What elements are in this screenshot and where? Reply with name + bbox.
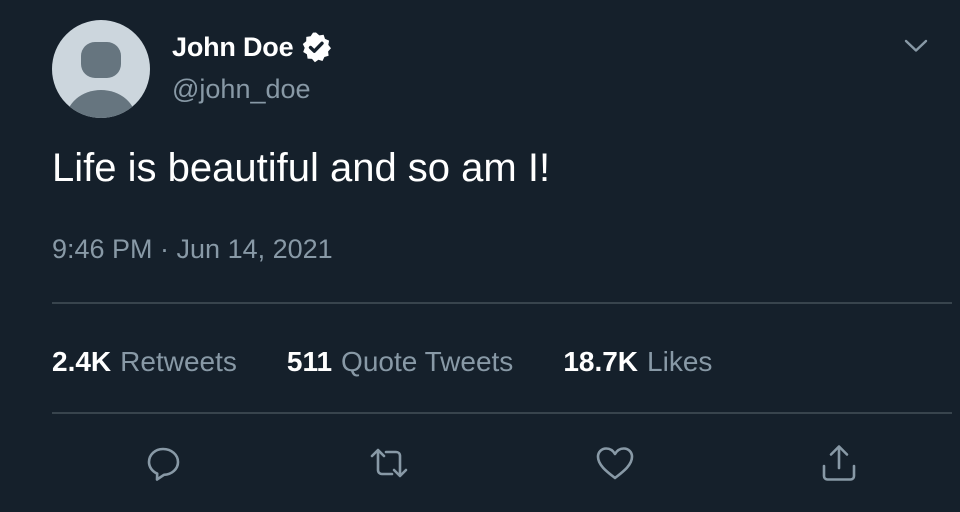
retweet-button[interactable] [366, 440, 412, 486]
share-button[interactable] [816, 440, 862, 486]
retweets-count: 2.4K [52, 346, 112, 377]
retweets-label: Retweets [120, 346, 237, 377]
quote-tweets-count: 511 [286, 346, 333, 377]
retweet-icon [370, 448, 408, 478]
like-button[interactable] [592, 440, 638, 486]
share-icon [822, 445, 856, 481]
divider [52, 302, 952, 304]
likes-count: 18.7K [563, 346, 639, 377]
chevron-down-icon[interactable] [902, 32, 930, 60]
divider [52, 412, 952, 414]
reply-icon [147, 447, 180, 481]
verified-badge-icon [300, 31, 332, 63]
retweets-stat[interactable]: 2.4K Retweets [52, 346, 237, 378]
quote-tweets-stat[interactable]: 511 Quote Tweets [287, 346, 513, 378]
author-handle[interactable]: @john_doe [172, 74, 311, 105]
engagement-stats: 2.4K Retweets 511 Quote Tweets 18.7K Lik… [52, 342, 762, 382]
tweet-text: Life is beautiful and so am I! [52, 146, 551, 190]
tweet-card: John Doe @john_doe Life is beautiful and… [0, 0, 960, 512]
quote-tweets-label: Quote Tweets [341, 346, 514, 377]
author-name-row: John Doe [172, 27, 332, 67]
author-display-name[interactable]: John Doe [172, 32, 294, 63]
likes-label: Likes [647, 346, 713, 377]
avatar-body-shape [66, 90, 136, 118]
reply-button[interactable] [142, 440, 188, 486]
avatar[interactable] [52, 20, 150, 118]
likes-stat[interactable]: 18.7K Likes [563, 346, 712, 378]
avatar-head-shape [81, 42, 121, 78]
tweet-timestamp[interactable]: 9:46 PM · Jun 14, 2021 [52, 234, 333, 265]
heart-icon [596, 447, 634, 480]
